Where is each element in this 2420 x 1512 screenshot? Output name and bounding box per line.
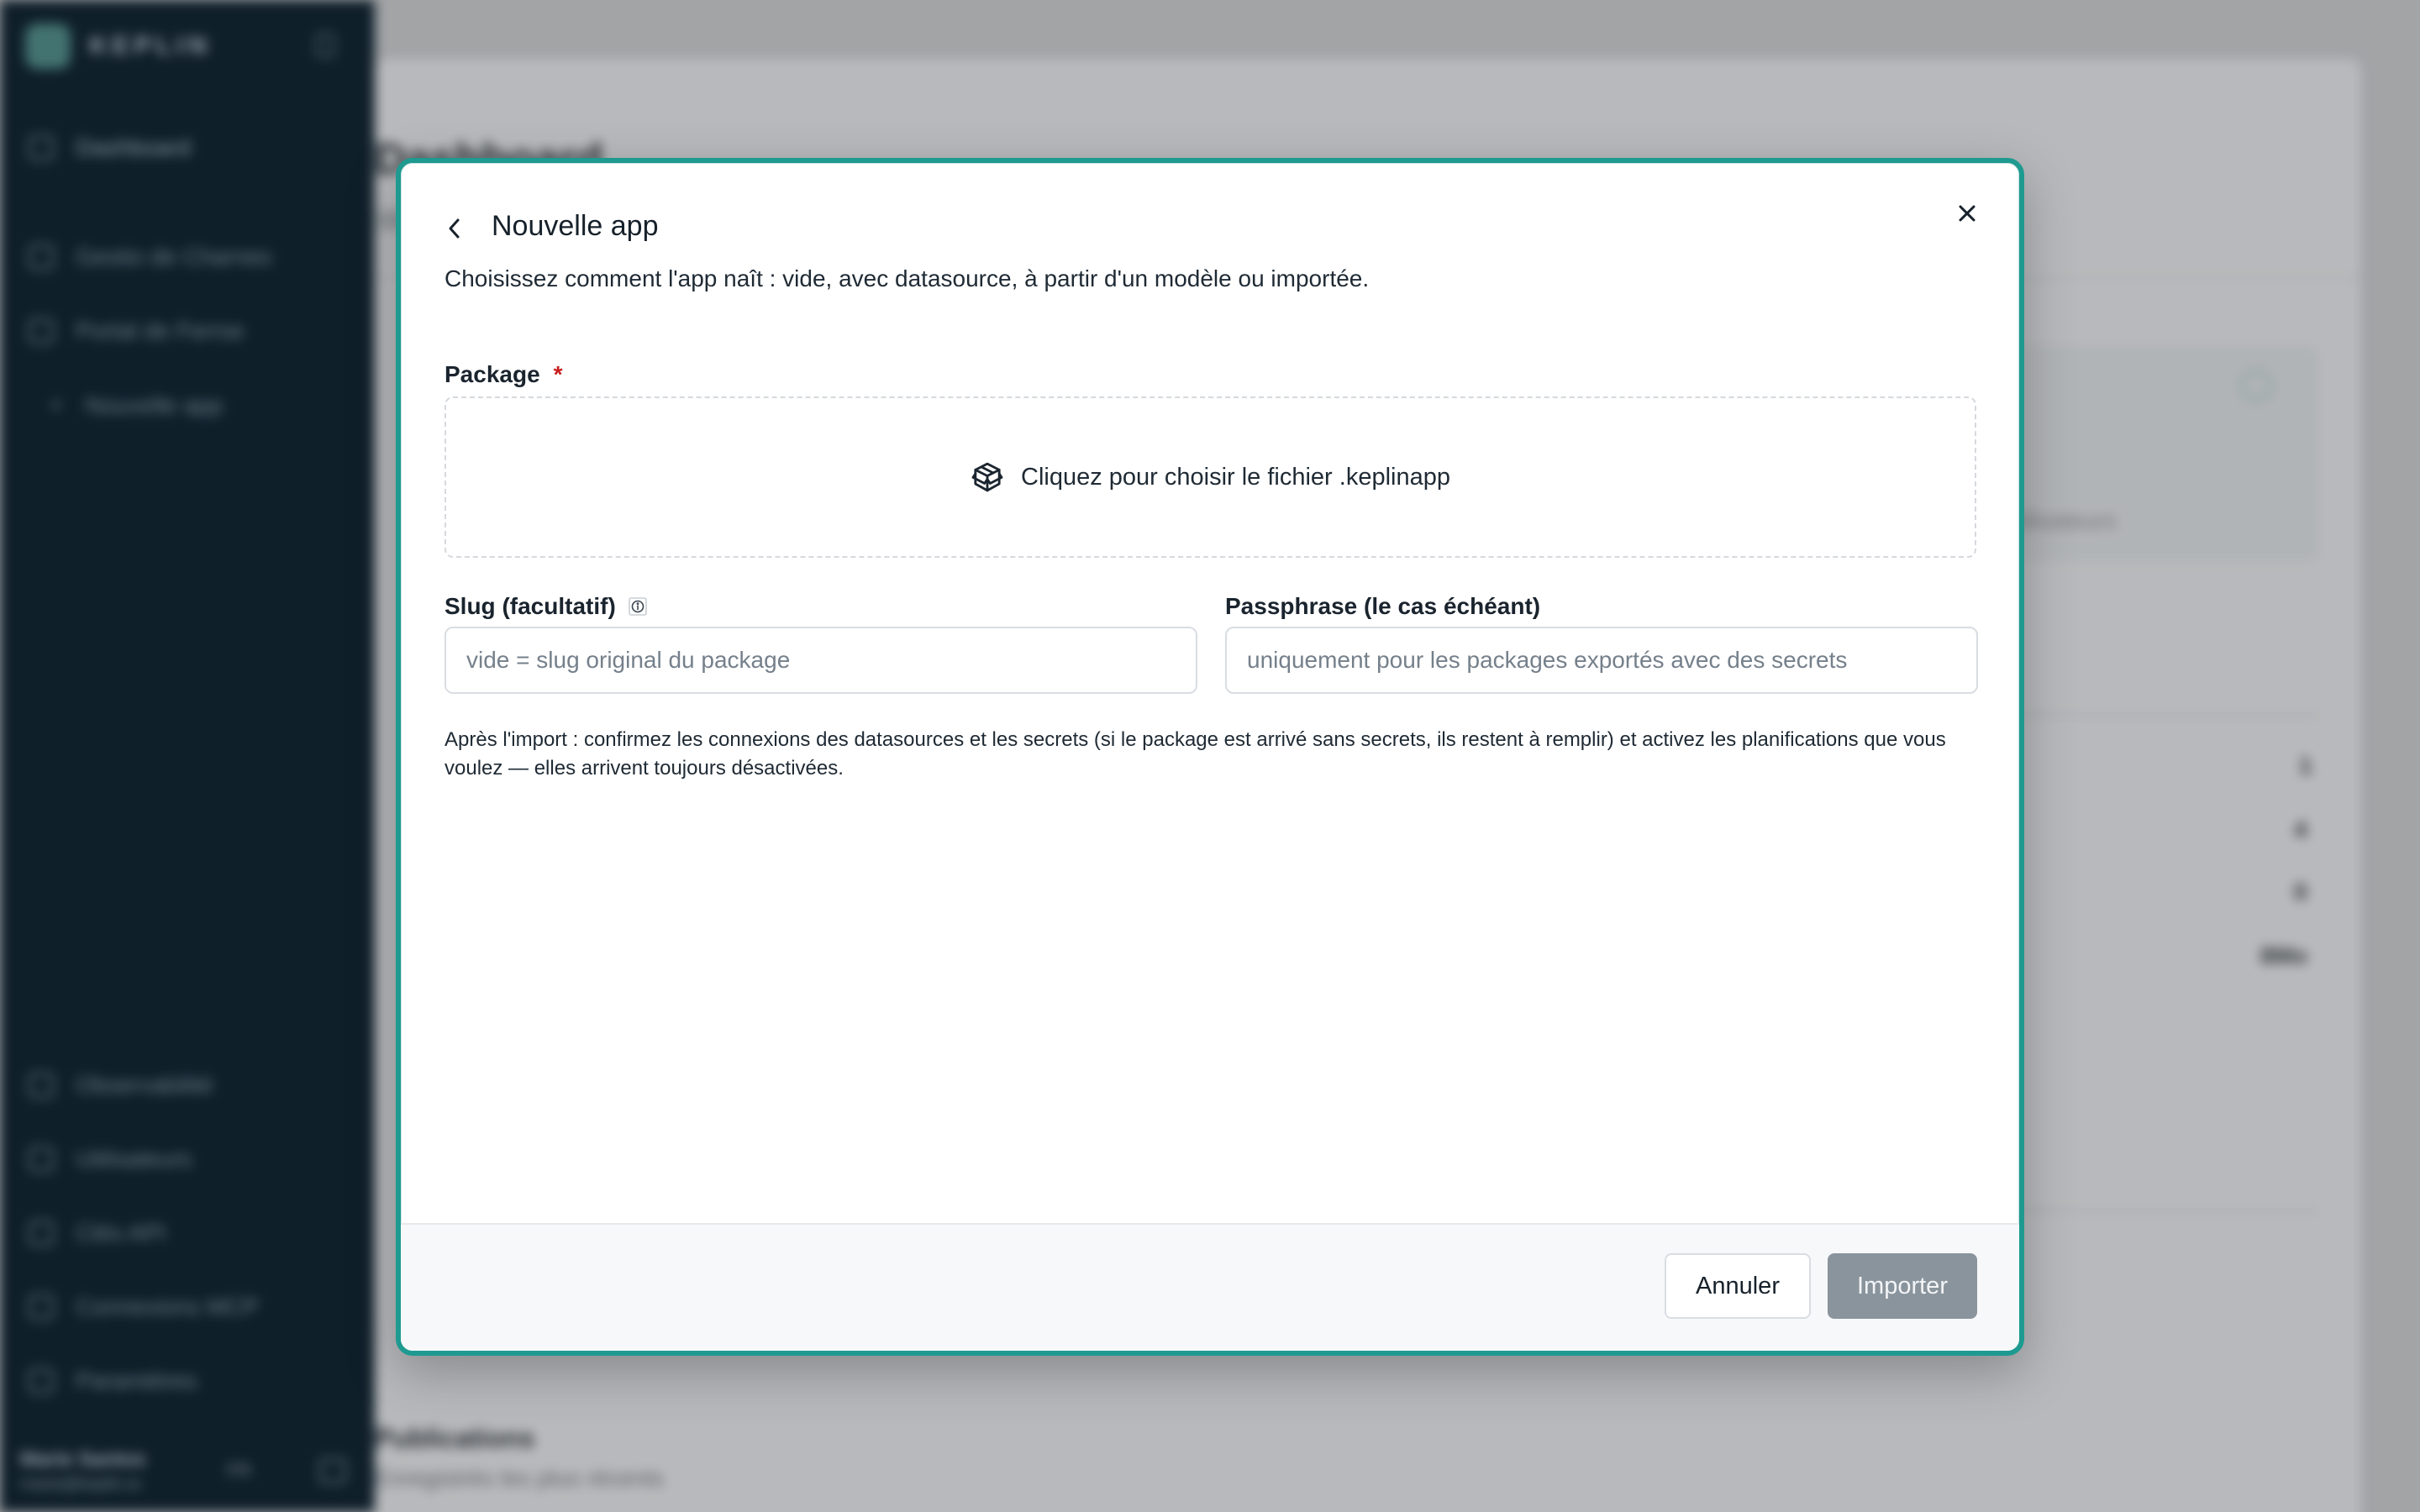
chevron-left-icon	[449, 218, 460, 239]
passphrase-label-text: Passphrase (le cas échéant)	[1225, 593, 1541, 619]
dialog-description: Choisissez comment l'app naît : vide, av…	[445, 265, 1370, 291]
dropzone-text: Cliquez pour choisir le fichier .keplina…	[1021, 463, 1450, 491]
import-button[interactable]: Importer	[1828, 1253, 1977, 1319]
import-help-text: Après l'import : confirmez les connexion…	[445, 728, 1946, 780]
package-dropzone[interactable]: Cliquez pour choisir le fichier .keplina…	[445, 396, 1976, 558]
back-button[interactable]	[441, 210, 468, 247]
required-mark: *	[553, 361, 563, 387]
package-box-icon	[971, 462, 1003, 492]
dialog-title: Nouvelle app	[492, 210, 659, 242]
new-app-dialog: Nouvelle app Choisissez comment l'app na…	[396, 158, 2024, 1356]
slug-label: Slug (facultatif)	[445, 593, 648, 620]
passphrase-input[interactable]	[1225, 627, 1978, 694]
close-icon	[1959, 205, 1975, 222]
package-label-text: Package	[445, 361, 540, 387]
passphrase-label: Passphrase (le cas échéant)	[1225, 593, 1540, 620]
info-icon[interactable]	[628, 596, 648, 617]
slug-input[interactable]	[445, 627, 1197, 694]
cancel-button[interactable]: Annuler	[1665, 1253, 1811, 1319]
close-button[interactable]	[1950, 197, 1984, 230]
dialog-footer: Annuler Importer	[401, 1223, 2019, 1351]
package-label: Package *	[445, 361, 563, 388]
slug-label-text: Slug (facultatif)	[445, 593, 616, 619]
